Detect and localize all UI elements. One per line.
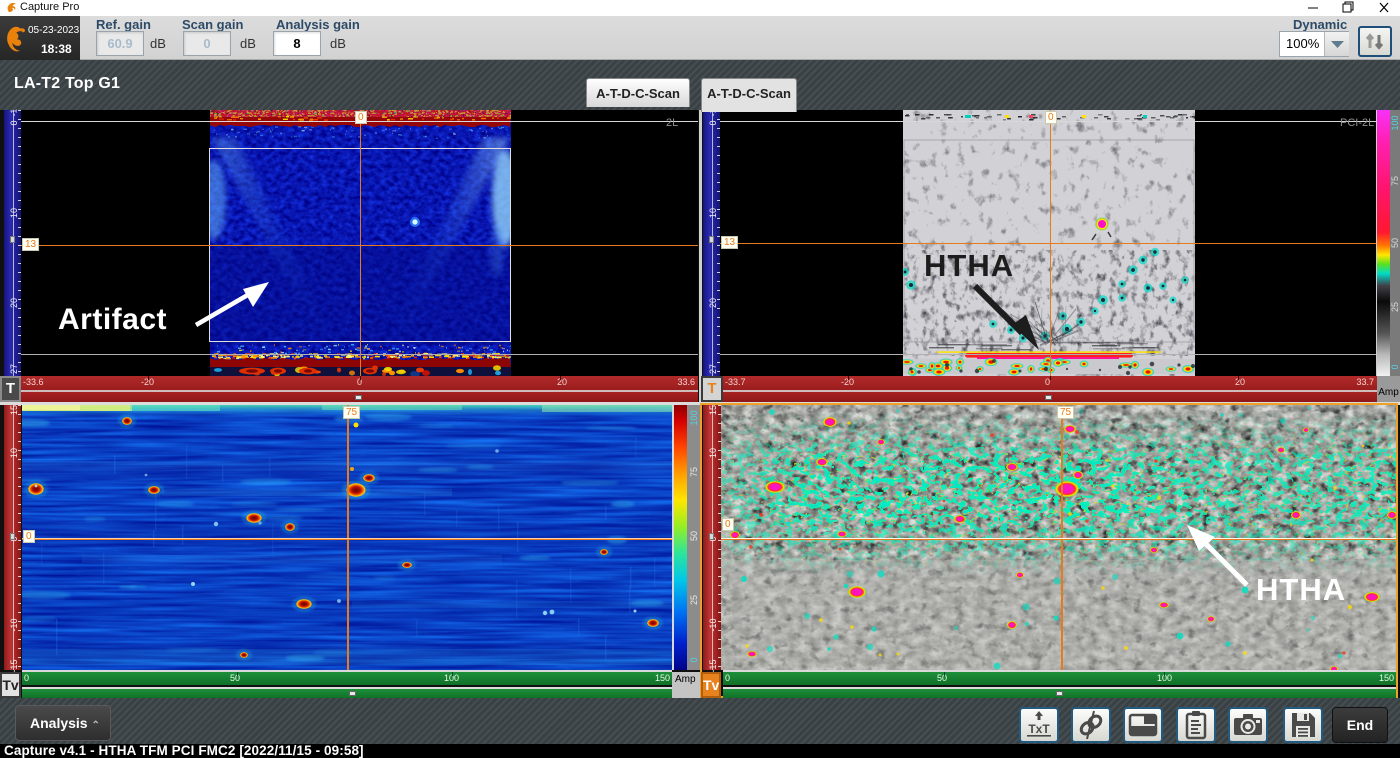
svg-text:TxT: TxT: [1028, 722, 1050, 736]
